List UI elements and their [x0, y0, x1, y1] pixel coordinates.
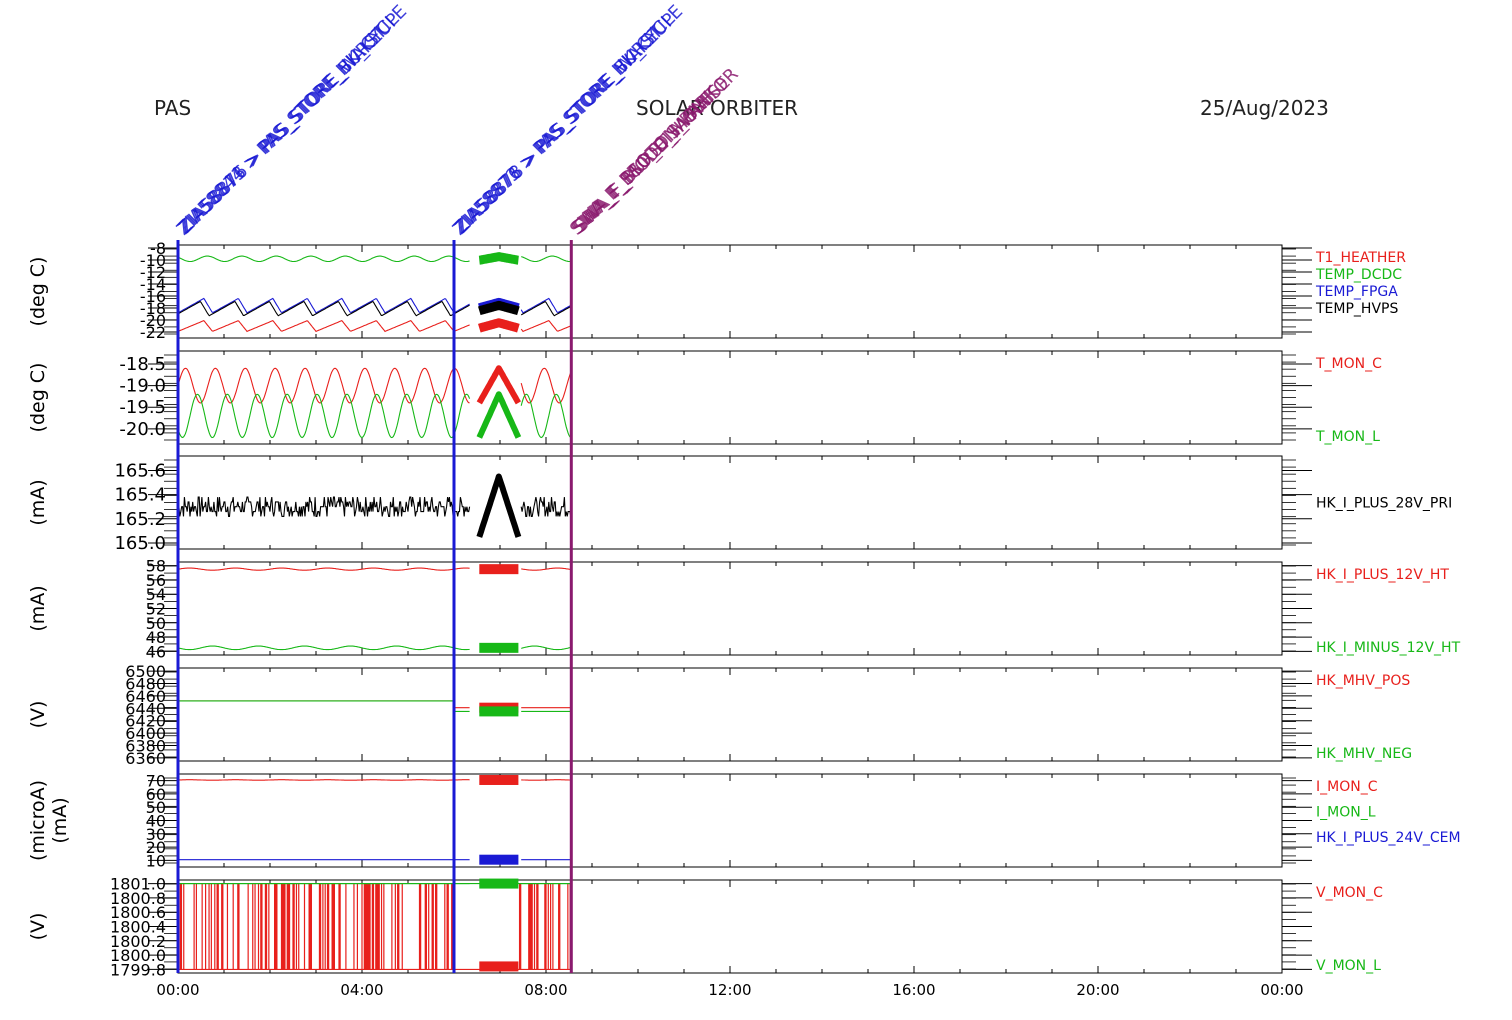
ylabel: (V): [27, 701, 49, 729]
legend-label: TEMP_FPGA: [1315, 284, 1398, 300]
panel-5: 65006480646064406420640063806360(V)HK_MH…: [27, 662, 1412, 768]
legend-label: V_MON_C: [1316, 885, 1383, 901]
series-line: [179, 883, 571, 970]
ytick-label: 165.2: [114, 509, 166, 530]
ytick-label: -19.5: [119, 397, 166, 418]
burst-block: [479, 564, 519, 575]
series-t1-heather: [177, 318, 572, 333]
legend-label: HK_MHV_NEG: [1316, 746, 1412, 762]
series-hk-i-plus-12v-ht: [177, 564, 571, 575]
ytick-label: 165.4: [114, 485, 166, 506]
legend-label: T_MON_C: [1315, 356, 1382, 372]
xtick-label: 16:00: [892, 981, 935, 999]
ytick-label: 165.0: [114, 533, 166, 554]
series-v-mon-c: [178, 882, 572, 972]
legend-label: HK_I_MINUS_12V_HT: [1316, 640, 1461, 656]
panel-7: 1801.01800.81800.61800.41800.21800.01799…: [27, 875, 1383, 980]
event-label: ZIA58876 > PAS_STORE_WAKEUP: [176, 9, 404, 237]
ylabel: (mA): [27, 479, 49, 525]
panel-2: -18.5-19.0-19.5-20.0 (deg C) T_MON_C T_MON_…: [27, 350, 1382, 445]
xtick-label: 08:00: [524, 981, 567, 999]
legend-label: T_MON_L: [1315, 429, 1380, 445]
burst-segment: [475, 252, 522, 265]
legend-label: T1_HEATHER: [1315, 250, 1406, 266]
burst-block: [479, 854, 519, 865]
burst-block: [479, 774, 519, 785]
legend-label: V_MON_L: [1316, 958, 1381, 974]
legend-label: HK_I_PLUS_24V_CEM: [1316, 830, 1461, 846]
panel-frame: [177, 879, 1283, 974]
burst-segment: [475, 318, 522, 333]
burst-segment: [476, 391, 522, 439]
burst-block: [479, 642, 519, 653]
burst-segment: [475, 300, 522, 316]
ylabel-secondary: (mA): [49, 797, 71, 843]
ytick-label: 165.6: [114, 460, 166, 481]
ytick-label: 6360: [125, 749, 166, 768]
ytick-label: -19.0: [119, 376, 166, 397]
series-hk-i-plus-28v-pri: [178, 473, 572, 538]
ylabel: (microA): [27, 780, 49, 861]
legend-label: HK_I_PLUS_12V_HT: [1316, 567, 1449, 583]
legend-label: TEMP_HVPS: [1315, 301, 1398, 317]
series-hk-i-minus-12v-ht: [177, 642, 571, 653]
xtick-label: 20:00: [1076, 981, 1119, 999]
xtick-label: 12:00: [708, 981, 751, 999]
burst-block: [479, 878, 519, 889]
series-hk-i-plus-24v-cem: [178, 854, 571, 865]
ytick-label: 10: [146, 851, 166, 870]
ytick-label: -20.0: [119, 419, 166, 440]
ylabel: (mA): [27, 585, 49, 631]
ytick-label: 46: [146, 642, 166, 661]
ylabel: (deg C): [27, 363, 49, 433]
housekeeping-chart: -8-10-12-14-16-18-20-22(deg C) T1_HEATHER…: [27, 1, 1461, 999]
panel-6: 70605040302010(microA) (mA)I_MON_CI_MON_L…: [27, 772, 1461, 871]
event-marker-1: ZIA58844 > PAS_STORE_HK_CYCLEZIA58873 > …: [173, 1, 411, 973]
burst-block: [479, 706, 519, 717]
legend-label: I_MON_C: [1316, 779, 1378, 795]
legend-label: TEMP_DCDC: [1315, 267, 1402, 283]
burst-segment: [476, 473, 522, 538]
legend-label: I_MON_L: [1316, 805, 1376, 821]
burst-block: [479, 961, 519, 972]
event-label: ZIA58878 > PAS_STORE_WAKEUP: [452, 9, 680, 237]
ytick-label: 1799.8: [110, 960, 166, 979]
panel-frame: [177, 350, 1283, 445]
panel-frame: [177, 244, 1283, 339]
panel-frame: [177, 455, 1283, 550]
ylabel: (V): [27, 913, 49, 941]
xtick-label: 00:00: [1260, 981, 1303, 999]
panel-4: 58565452504846(mA)HK_I_PLUS_12V_HTHK_I_M…: [27, 557, 1461, 662]
series-t-mon-l: [177, 391, 572, 439]
legend-label: HK_MHV_POS: [1316, 673, 1410, 689]
ylabel: (deg C): [27, 257, 49, 327]
legend-label: HK_I_PLUS_28V_PRI: [1316, 496, 1452, 512]
xtick-label: 04:00: [340, 981, 383, 999]
series-temp-dcdc: [177, 252, 571, 265]
panel-frame: [177, 667, 1283, 762]
ytick-label: -18.5: [119, 354, 166, 375]
event-marker-3: SWA_E_PROTON_PARKSWA_F_SSO_DISABLESWA_F_…: [566, 64, 743, 973]
panel-1: -8-10-12-14-16-18-20-22(deg C) T1_HEATHER…: [27, 239, 1406, 342]
panel-3: 165.6 165.4 165.2 165.0 (mA) HK_I_PLUS_28V_PR…: [27, 455, 1452, 554]
ytick-label: -22: [140, 323, 166, 342]
panel-frame: [177, 561, 1283, 656]
panel-frame: [177, 773, 1283, 868]
series-i-mon-c: [177, 774, 571, 785]
xtick-label: 00:00: [156, 981, 199, 999]
